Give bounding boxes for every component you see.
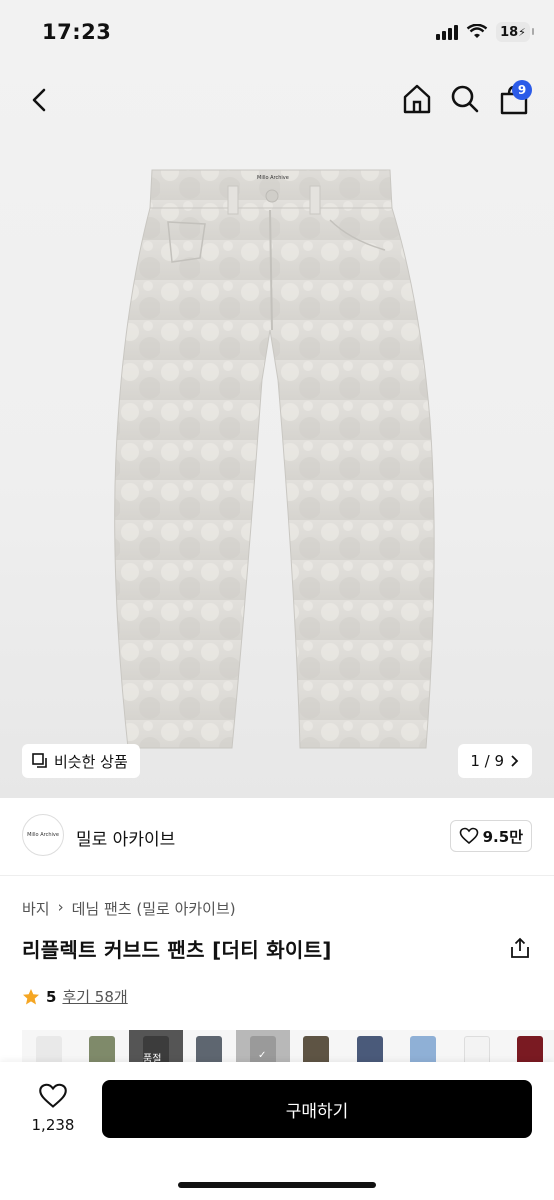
- back-arrow-icon[interactable]: [24, 84, 56, 116]
- color-option[interactable]: [75, 1030, 129, 1066]
- cart-count-badge: 9: [512, 80, 532, 100]
- color-option[interactable]: 품절: [129, 1030, 183, 1066]
- heart-icon: [39, 1083, 67, 1108]
- similar-products-button[interactable]: 비슷한 상품: [22, 744, 140, 778]
- breadcrumb-separator: ›: [57, 898, 64, 916]
- color-option[interactable]: [396, 1030, 450, 1066]
- battery-level: 18: [500, 24, 519, 40]
- battery-icon: 18 ⚡: [496, 22, 534, 42]
- rating-score: 5: [46, 987, 57, 1006]
- color-option[interactable]: [503, 1030, 554, 1066]
- brand-row[interactable]: Millo Archive 밀로 아카이브 9.5만: [0, 798, 554, 876]
- brand-like-count: 9.5만: [482, 827, 523, 846]
- wishlist-count: 1,238: [31, 1116, 75, 1134]
- review-count-link[interactable]: 후기 58개: [62, 986, 127, 1007]
- breadcrumb-subcategory[interactable]: 데님 팬츠 (밀로 아카이브): [72, 898, 236, 919]
- buy-button[interactable]: 구매하기: [102, 1080, 532, 1138]
- brand-name[interactable]: 밀로 아카이브: [76, 825, 175, 850]
- brand-logo-text: Millo Archive: [27, 832, 59, 838]
- similar-products-label: 비슷한 상품: [54, 752, 128, 771]
- color-option[interactable]: [343, 1030, 397, 1066]
- wifi-icon: [466, 24, 488, 38]
- color-option[interactable]: [289, 1030, 343, 1066]
- home-icon[interactable]: [400, 82, 434, 116]
- product-image[interactable]: Millo Archive: [0, 0, 554, 798]
- heart-icon: [459, 827, 478, 845]
- star-icon: [23, 988, 39, 1004]
- brand-like-button[interactable]: 9.5만: [449, 820, 532, 852]
- chevron-right-icon: [511, 755, 519, 767]
- product-title: 리플렉트 커브드 팬츠 [더티 화이트]: [22, 938, 332, 962]
- pants-illustration: [114, 169, 435, 749]
- breadcrumb: 바지 › 데님 팬츠 (밀로 아카이브): [22, 898, 236, 919]
- image-pager[interactable]: 1 / 9: [458, 744, 532, 778]
- status-time: 17:23: [42, 20, 112, 44]
- waist-label: Millo Archive: [257, 175, 289, 181]
- search-icon[interactable]: [450, 84, 480, 114]
- rating-row: 5 후기 58개: [22, 986, 128, 1007]
- wishlist-button[interactable]: 1,238: [22, 1082, 84, 1134]
- color-options: 품절 ✓: [22, 1030, 554, 1066]
- pager-text: 1 / 9: [470, 752, 504, 770]
- home-indicator: [178, 1182, 376, 1188]
- selected-check-icon: ✓: [258, 1050, 267, 1061]
- similar-items-icon: [32, 753, 47, 768]
- purchase-bar: 1,238 구매하기: [0, 1062, 554, 1200]
- color-option[interactable]: [182, 1030, 236, 1066]
- breadcrumb-category[interactable]: 바지: [22, 898, 50, 919]
- color-option[interactable]: [450, 1030, 504, 1066]
- color-option[interactable]: ✓: [236, 1030, 290, 1066]
- status-bar: 17:23 18 ⚡: [0, 0, 554, 66]
- brand-logo[interactable]: Millo Archive: [22, 814, 64, 856]
- cellular-signal-icon: [436, 24, 458, 40]
- share-icon[interactable]: [508, 936, 532, 960]
- color-option[interactable]: [22, 1030, 76, 1066]
